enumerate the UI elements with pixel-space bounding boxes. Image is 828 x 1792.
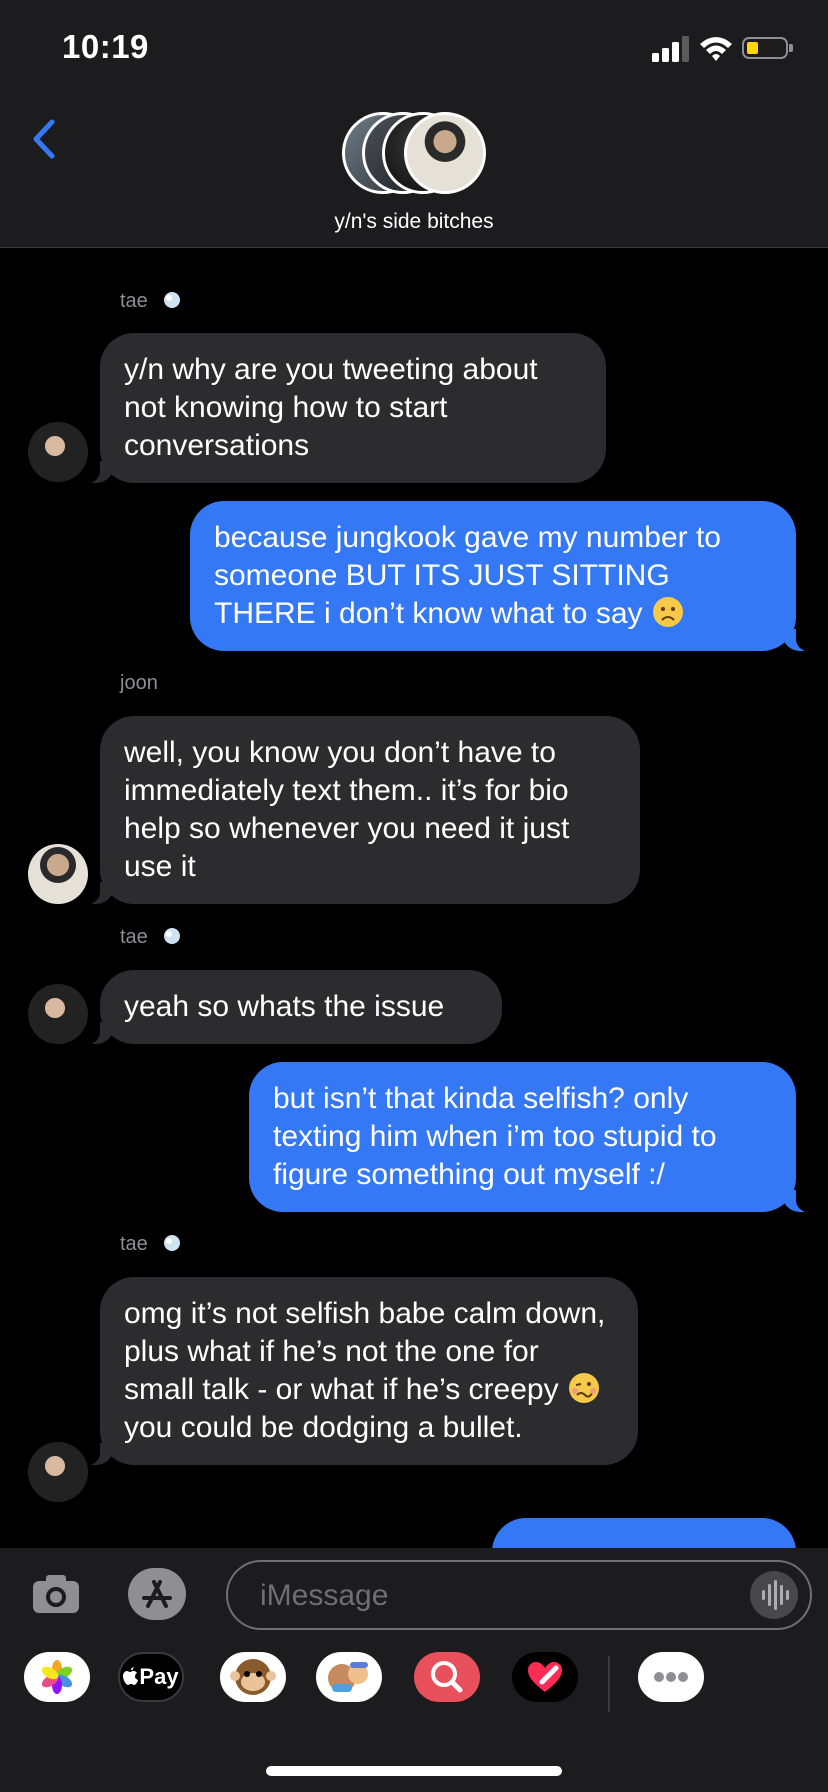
- status-bar: 10:19: [0, 0, 828, 100]
- message-text: because jungkook gave my number to someo…: [214, 521, 721, 630]
- incoming-message[interactable]: omg it’s not selfish babe calm down, plu…: [86, 1277, 638, 1465]
- drawer-divider: [608, 1656, 610, 1712]
- sender-avatar: [28, 422, 88, 482]
- message-list[interactable]: tae y/n why are you tweeting about not k…: [0, 248, 828, 1548]
- digital-touch-heart-icon[interactable]: [512, 1652, 578, 1702]
- sparkle-emoji-icon: [164, 928, 181, 944]
- outgoing-message[interactable]: but isn’t that kinda selfish? only texti…: [249, 1062, 810, 1212]
- message-text: but isn’t that kinda selfish? only texti…: [273, 1082, 717, 1191]
- incoming-message[interactable]: yeah so whats the issue: [86, 970, 502, 1044]
- sender-avatar: [28, 844, 88, 904]
- home-indicator[interactable]: [266, 1766, 562, 1776]
- woozy-face-emoji-icon: [568, 1373, 599, 1403]
- outgoing-message[interactable]: because jungkook gave my number to someo…: [190, 501, 810, 651]
- frowning-face-emoji-icon: [652, 597, 683, 627]
- sender-avatar: [28, 1442, 88, 1502]
- conversation-header: y/n's side bitches: [0, 100, 828, 248]
- sender-label: tae: [120, 290, 183, 313]
- app-drawer: Pay: [0, 1652, 828, 1722]
- outgoing-message[interactable]: [492, 1518, 796, 1548]
- audio-waveform-icon[interactable]: [750, 1571, 798, 1619]
- sender-label: joon: [120, 672, 158, 694]
- back-chevron-icon[interactable]: [24, 114, 64, 164]
- group-name[interactable]: y/n's side bitches: [0, 210, 828, 234]
- message-text: you could be dodging a bullet.: [124, 1411, 523, 1444]
- more-apps-icon[interactable]: [638, 1652, 704, 1702]
- group-avatars[interactable]: [342, 112, 488, 198]
- battery-icon: [742, 37, 793, 59]
- sender-label: tae: [120, 926, 183, 949]
- avatar: [404, 112, 486, 194]
- cellular-signal-icon: [652, 36, 689, 62]
- status-time: 10:19: [62, 28, 149, 65]
- photos-app-icon[interactable]: [24, 1652, 90, 1702]
- message-input[interactable]: [258, 1572, 722, 1620]
- incoming-message[interactable]: y/n why are you tweeting about not knowi…: [86, 333, 606, 483]
- sparkle-emoji-icon: [164, 292, 181, 308]
- apple-logo-icon: [123, 1667, 139, 1685]
- sender-avatar: [28, 984, 88, 1044]
- message-text: y/n why are you tweeting about not knowi…: [124, 353, 538, 462]
- message-field[interactable]: [226, 1560, 812, 1630]
- app-store-icon[interactable]: [126, 1566, 190, 1622]
- search-images-icon[interactable]: [414, 1652, 480, 1702]
- message-text: omg it’s not selfish babe calm down, plu…: [124, 1297, 606, 1406]
- sender-label: tae: [120, 1233, 183, 1256]
- message-text: well, you know you don’t have to immedia…: [124, 736, 570, 883]
- apple-pay-app[interactable]: Pay: [118, 1652, 184, 1702]
- incoming-message[interactable]: well, you know you don’t have to immedia…: [86, 716, 640, 904]
- sparkle-emoji-icon: [164, 1235, 181, 1251]
- compose-bar: Pay: [0, 1548, 828, 1792]
- message-text: yeah so whats the issue: [124, 990, 445, 1023]
- animoji-monkey-icon[interactable]: [220, 1652, 286, 1702]
- camera-icon[interactable]: [30, 1568, 82, 1620]
- wifi-icon: [700, 37, 732, 61]
- memoji-stickers-icon[interactable]: [316, 1652, 382, 1702]
